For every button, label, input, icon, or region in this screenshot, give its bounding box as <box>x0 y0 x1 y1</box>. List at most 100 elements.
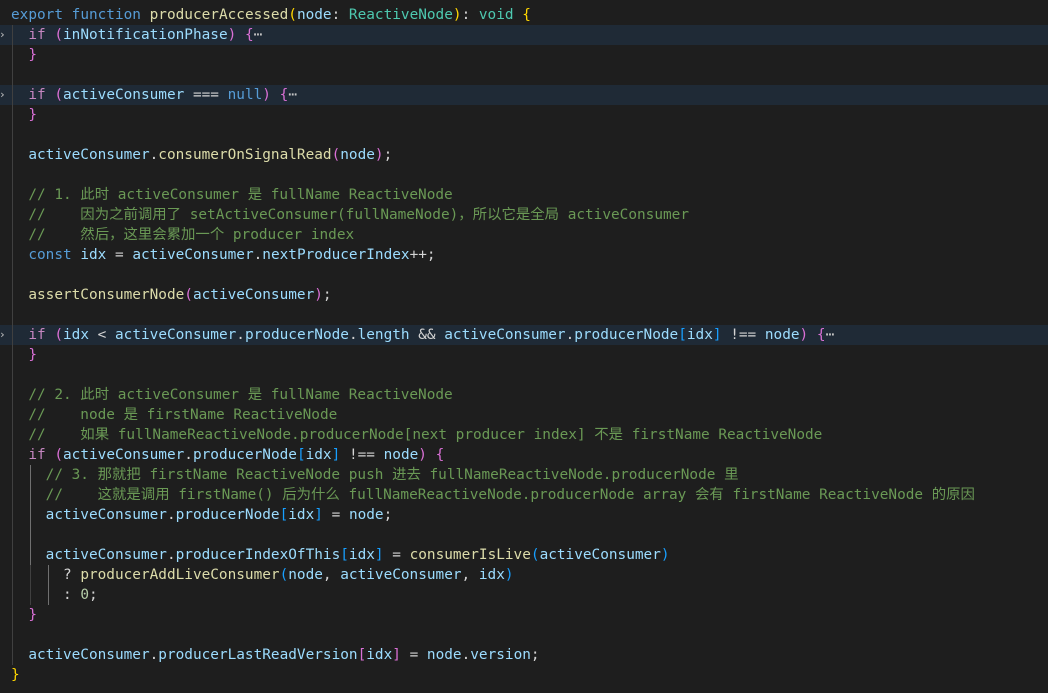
code-token: , <box>322 567 341 583</box>
code-token: activeConsumer <box>192 287 315 303</box>
code-line[interactable]: } <box>0 105 1048 125</box>
folded-ellipsis[interactable]: ⋯ <box>826 327 835 343</box>
indent-guide <box>12 25 13 45</box>
code-token: if <box>28 447 46 463</box>
code-token: . <box>184 447 193 463</box>
code-token: node <box>383 447 419 463</box>
code-token: // 如果 fullNameReactiveNode.producerNode[… <box>28 427 823 443</box>
code-editor[interactable]: export function producerAccessed(node: R… <box>0 0 1048 693</box>
code-token: } <box>11 667 20 683</box>
code-token: ) <box>660 547 670 563</box>
code-token: producerAddLiveConsumer <box>80 567 280 583</box>
code-token: . <box>149 147 159 163</box>
folded-ellipsis[interactable]: ⋯ <box>288 87 297 103</box>
indent-guide <box>30 485 32 505</box>
indent-guide <box>12 585 13 605</box>
code-token: activeConsumer <box>45 507 167 523</box>
code-token: activeConsumer <box>340 567 462 583</box>
code-token: // 3. 那就把 firstName ReactiveNode push 进去… <box>45 467 739 483</box>
code-line[interactable]: // node 是 firstName ReactiveNode <box>0 405 1048 425</box>
indent-guide <box>12 485 13 505</box>
code-token: , <box>461 567 479 583</box>
code-token: ; <box>383 147 393 163</box>
code-line[interactable] <box>0 625 1048 645</box>
code-line[interactable]: › if (idx < activeConsumer.producerNode.… <box>0 325 1048 345</box>
code-line[interactable]: : 0; <box>0 585 1048 605</box>
code-line[interactable]: activeConsumer.producerLastReadVersion[i… <box>0 645 1048 665</box>
code-token: activeConsumer <box>132 247 254 263</box>
indent-guide <box>12 625 13 645</box>
code-line[interactable]: assertConsumerNode(activeConsumer); <box>0 285 1048 305</box>
fold-chevron-icon[interactable]: › <box>0 325 7 345</box>
indent-guide <box>12 125 13 145</box>
code-token: // node 是 firstName ReactiveNode <box>28 407 338 423</box>
code-line[interactable]: // 1. 此时 activeConsumer 是 fullName React… <box>0 185 1048 205</box>
code-token: !== <box>348 447 375 463</box>
folded-ellipsis[interactable]: ⋯ <box>254 27 263 43</box>
code-line[interactable]: // 这就是调用 firstName() 后为什么 fullNameReacti… <box>0 485 1048 505</box>
code-token: . <box>236 327 245 343</box>
code-line[interactable]: // 如果 fullNameReactiveNode.producerNode[… <box>0 425 1048 445</box>
indent-guide <box>48 565 50 585</box>
code-line[interactable] <box>0 365 1048 385</box>
fold-chevron-icon[interactable]: › <box>0 25 7 45</box>
code-token: } <box>28 107 37 123</box>
code-token: ] <box>314 507 323 523</box>
indent-guide <box>12 285 13 305</box>
indent-guide <box>12 425 13 445</box>
code-line[interactable]: › if (activeConsumer === null) {⋯ <box>0 85 1048 105</box>
code-token: ] <box>374 547 384 563</box>
code-line[interactable]: // 然后，这里会累加一个 producer index <box>0 225 1048 245</box>
code-line[interactable]: ? producerAddLiveConsumer(node, activeCo… <box>0 565 1048 585</box>
code-line[interactable] <box>0 165 1048 185</box>
code-token: producerNode <box>192 447 297 463</box>
code-line[interactable] <box>0 525 1048 545</box>
indent-guide <box>12 145 13 165</box>
code-line[interactable]: › if (inNotificationPhase) {⋯ <box>0 25 1048 45</box>
code-line[interactable]: // 3. 那就把 firstName ReactiveNode push 进去… <box>0 465 1048 485</box>
code-line[interactable]: activeConsumer.producerNode[idx] = node; <box>0 505 1048 525</box>
code-token: ) <box>504 567 514 583</box>
indent-guide <box>12 185 13 205</box>
code-token: node <box>764 327 800 343</box>
code-token: ( <box>288 7 297 23</box>
code-line[interactable]: export function producerAccessed(node: R… <box>0 5 1048 25</box>
code-token: activeConsumer <box>115 327 237 343</box>
code-token: ( <box>54 447 63 463</box>
code-line[interactable] <box>0 65 1048 85</box>
indent-guide <box>30 565 32 585</box>
code-line[interactable]: // 2. 此时 activeConsumer 是 fullName React… <box>0 385 1048 405</box>
code-token: idx <box>348 547 375 563</box>
code-token: function <box>71 7 141 23</box>
code-line[interactable]: activeConsumer.consumerOnSignalRead(node… <box>0 145 1048 165</box>
code-line[interactable] <box>0 305 1048 325</box>
code-token: if <box>28 27 46 43</box>
code-line[interactable] <box>0 125 1048 145</box>
code-line[interactable]: } <box>0 665 1048 685</box>
code-line[interactable]: activeConsumer.producerIndexOfThis[idx] … <box>0 545 1048 565</box>
code-token: . <box>348 327 358 343</box>
code-line[interactable]: } <box>0 605 1048 625</box>
code-token: ReactiveNode <box>348 7 453 23</box>
code-token: < <box>89 327 115 343</box>
code-line[interactable]: if (activeConsumer.producerNode[idx] !==… <box>0 445 1048 465</box>
code-token: [ <box>678 327 687 343</box>
code-line[interactable]: } <box>0 45 1048 65</box>
code-line[interactable]: } <box>0 345 1048 365</box>
code-line[interactable]: // 因为之前调用了 setActiveConsumer(fullNameNod… <box>0 205 1048 225</box>
fold-chevron-icon[interactable]: › <box>0 85 7 105</box>
indent-guide <box>12 325 13 345</box>
code-token: node <box>340 147 375 163</box>
code-token: ; <box>426 247 436 263</box>
code-line[interactable] <box>0 265 1048 285</box>
code-line[interactable]: const idx = activeConsumer.nextProducerI… <box>0 245 1048 265</box>
